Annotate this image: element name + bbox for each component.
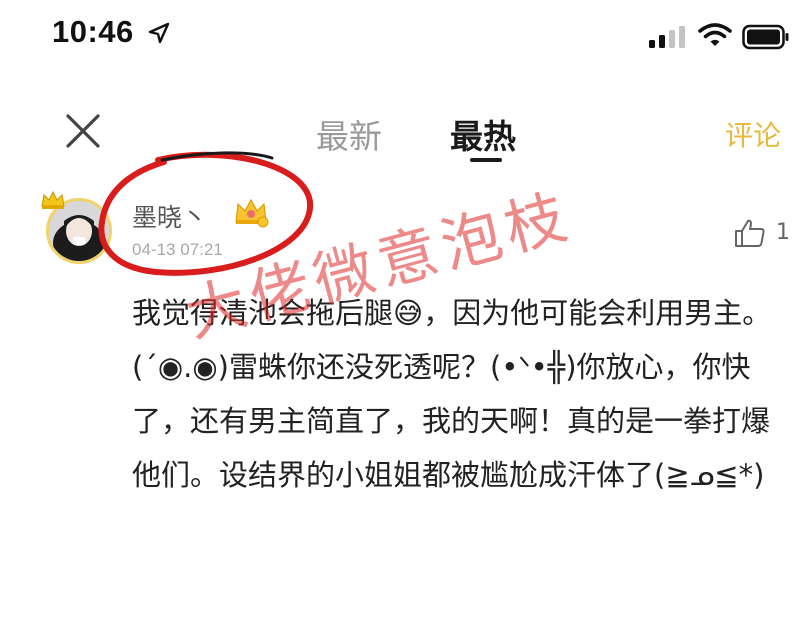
status-bar: 10:46 [0,0,800,80]
close-icon[interactable] [64,112,102,150]
red-circle-annotation [98,151,314,276]
tab-newest[interactable]: 最新 [316,110,382,158]
status-time: 10:46 [52,14,134,49]
signal-icon [649,26,685,48]
like-count: 1 [776,220,790,245]
comment-text: 我觉得清池会拖后腿😅，因为他可能会利用男主。(´◉.◉)雷蛛你还没死透呢？(•ᐠ… [132,296,772,492]
crown-icon [41,190,65,209]
wifi-icon [698,23,732,46]
tab-hottest[interactable]: 最热 [450,110,516,158]
thumbs-up-icon[interactable] [734,218,766,248]
comment-button[interactable]: 评论 [725,114,781,154]
battery-icon [742,24,789,50]
location-arrow-icon [148,22,170,44]
active-tab-indicator [470,158,502,162]
